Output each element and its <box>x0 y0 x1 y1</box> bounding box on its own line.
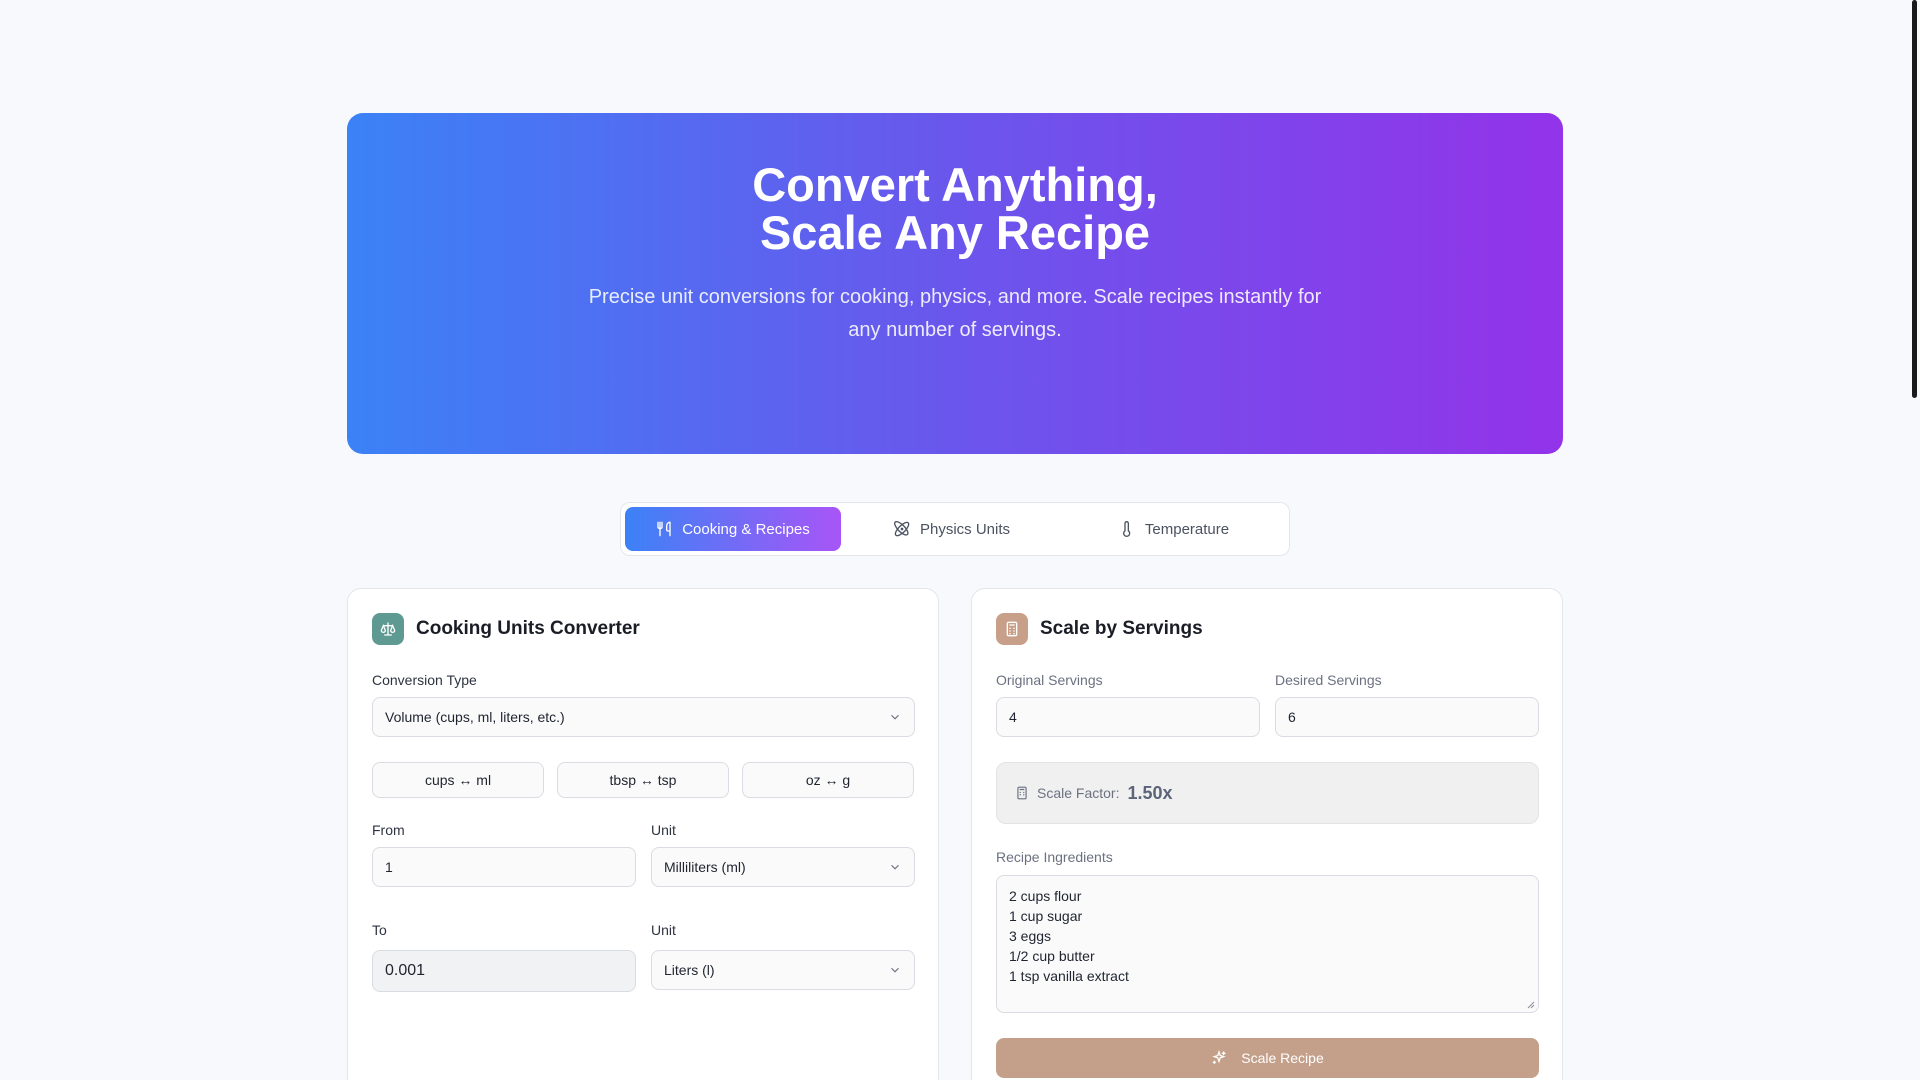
card-header: Cooking Units Converter <box>372 613 640 645</box>
page-scrollbar[interactable] <box>1908 0 1920 1080</box>
resize-handle-icon[interactable] <box>1527 1001 1535 1009</box>
tab-physics-units[interactable]: Physics Units <box>841 507 1063 551</box>
quick-tbsp-tsp-button[interactable]: tbsp ↔ tsp <box>557 762 729 798</box>
tab-label: Physics Units <box>919 520 1011 538</box>
atom-icon <box>894 521 910 537</box>
category-tabs: Cooking & Recipes Physics Units Temperat… <box>620 502 1290 556</box>
from-unit-select[interactable]: Milliliters (ml) <box>651 847 915 887</box>
converter-badge <box>372 613 404 645</box>
card-title: Cooking Units Converter <box>416 618 640 639</box>
hero-subtitle: Precise unit conversions for cooking, ph… <box>588 286 1322 341</box>
scale-factor-display: Scale Factor: 1.50x <box>996 762 1539 824</box>
to-unit-label: Unit <box>651 922 676 938</box>
scale-servings-card: Scale by Servings Original Servings 4 De… <box>971 588 1563 1080</box>
scrollbar-thumb[interactable] <box>1912 0 1917 398</box>
scale-recipe-button[interactable]: Scale Recipe <box>996 1038 1539 1078</box>
from-label: From <box>372 822 405 838</box>
scale-factor-value: 1.50x <box>1127 782 1173 803</box>
to-unit-value: Liters (l) <box>664 962 715 978</box>
to-unit-select[interactable]: Liters (l) <box>651 950 915 990</box>
calculator-icon <box>1017 786 1027 800</box>
ingredients-textarea[interactable]: 2 cups flour 1 cup sugar 3 eggs 1/2 cup … <box>996 875 1539 1013</box>
original-servings-input[interactable]: 4 <box>996 697 1260 737</box>
quick-cups-ml-button[interactable]: cups ↔ ml <box>372 762 544 798</box>
scale-recipe-label: Scale Recipe <box>1241 1050 1324 1066</box>
to-value: 0.001 <box>385 962 426 979</box>
card-header: Scale by Servings <box>996 613 1203 645</box>
chevron-down-icon <box>891 967 899 973</box>
ingredient-line: 1 cup sugar <box>1009 908 1083 924</box>
tab-temperature[interactable]: Temperature <box>1063 507 1285 551</box>
desired-servings-input[interactable]: 6 <box>1275 697 1539 737</box>
tab-label: Temperature <box>1144 520 1230 538</box>
ingredient-line: 2 cups flour <box>1009 888 1082 904</box>
scale-factor-label: Scale Factor: <box>1037 785 1120 801</box>
scale-icon <box>380 622 396 636</box>
from-unit-label: Unit <box>651 822 676 838</box>
hero-title-line1: Convert Anything, <box>752 158 1158 211</box>
desired-servings-value: 6 <box>1288 709 1296 725</box>
ingredient-line: 1/2 cup butter <box>1009 948 1095 964</box>
chevron-down-icon <box>891 864 899 870</box>
to-value-output: 0.001 <box>372 950 636 992</box>
utensils-icon <box>657 521 671 537</box>
tab-cooking-recipes[interactable]: Cooking & Recipes <box>625 507 841 551</box>
conversion-type-value: Volume (cups, ml, liters, etc.) <box>385 709 565 725</box>
card-title: Scale by Servings <box>1040 618 1203 639</box>
from-value: 1 <box>385 859 393 875</box>
calculator-icon <box>1006 621 1018 637</box>
hero-title-line2: Scale Any Recipe <box>759 206 1151 259</box>
quick-oz-g-button[interactable]: oz ↔ g <box>742 762 914 798</box>
from-value-input[interactable]: 1 <box>372 847 636 887</box>
conversion-type-select[interactable]: Volume (cups, ml, liters, etc.) <box>372 697 915 737</box>
original-servings-label: Original Servings <box>996 672 1103 688</box>
sparkles-icon <box>1212 1050 1226 1064</box>
tab-label: Cooking & Recipes <box>682 520 810 538</box>
conversion-type-label: Conversion Type <box>372 672 477 688</box>
chevron-down-icon <box>891 714 899 720</box>
hero-banner: Convert Anything, Scale Any Recipe Preci… <box>347 113 1563 454</box>
hero-title: Convert Anything, Scale Any Recipe <box>347 161 1563 257</box>
ingredient-line: 1 tsp vanilla extract <box>1009 968 1129 984</box>
original-servings-value: 4 <box>1009 709 1017 725</box>
thermometer-icon <box>1122 521 1131 537</box>
from-unit-value: Milliliters (ml) <box>664 859 746 875</box>
to-label: To <box>372 922 387 938</box>
desired-servings-label: Desired Servings <box>1275 672 1382 688</box>
ingredients-label: Recipe Ingredients <box>996 849 1113 865</box>
scaler-badge <box>996 613 1028 645</box>
cooking-converter-card: Cooking Units Converter Conversion Type … <box>347 588 939 1080</box>
ingredient-line: 3 eggs <box>1009 928 1052 944</box>
